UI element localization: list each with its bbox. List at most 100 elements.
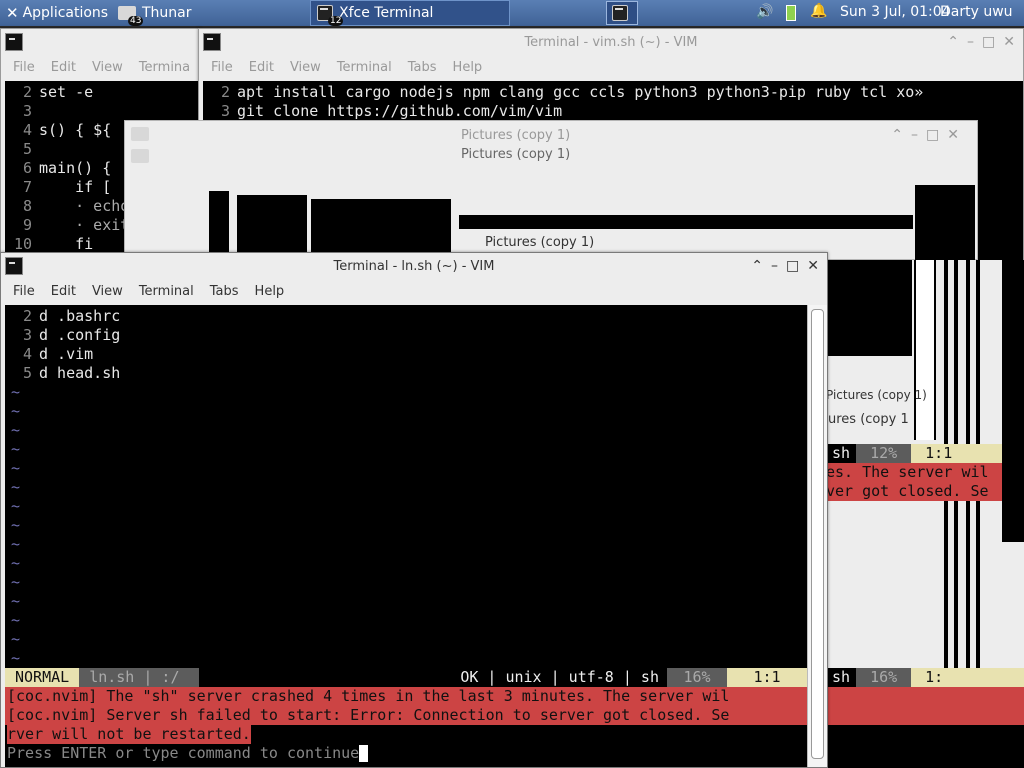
xfce-logo-icon: ✕	[6, 4, 19, 22]
menu-bar: File Edit View Termina	[1, 55, 199, 79]
ghost-title: Pictures (copy 1)	[485, 235, 595, 250]
title-bar[interactable]: Terminal - ln.sh (~) - VIM ⌃ – □ ✕	[1, 253, 827, 279]
menu-bar: File Edit View Terminal Tabs Help	[199, 55, 1023, 79]
empty-lines: ~ ~ ~ ~ ~ ~ ~ ~ ~ ~ ~ ~ ~ ~ ~	[5, 383, 807, 668]
folder-icon: 43	[118, 6, 144, 26]
menu-file[interactable]: File	[5, 60, 43, 75]
task-thunar[interactable]: 43 Thunar	[112, 0, 308, 26]
menu-edit[interactable]: Edit	[241, 60, 282, 75]
task-label: Thunar	[142, 5, 192, 21]
applications-menu[interactable]: ✕ Applications	[0, 0, 112, 26]
error-message: [coc.nvim] Server sh failed to start: Er…	[5, 706, 807, 725]
menu-bar: File Edit View Terminal Tabs Help	[1, 279, 827, 303]
status-remnant: sh 16% 1:	[826, 668, 1024, 687]
terminal-icon	[5, 257, 23, 275]
terminal-icon	[5, 33, 23, 51]
tilde-line: ~	[11, 459, 21, 477]
menu-tabs[interactable]: Tabs	[202, 284, 247, 299]
scrollbar-thumb[interactable]	[811, 309, 824, 759]
thunar-window[interactable]: Pictures (copy 1) Pictures (copy 1) ⌃–□✕…	[124, 120, 978, 261]
menu-tabs[interactable]: Tabs	[400, 60, 445, 75]
tilde-line: ~	[11, 440, 21, 458]
cursor	[359, 745, 369, 762]
tilde-line: ~	[11, 421, 21, 439]
folder-icon	[131, 149, 149, 163]
workspace-switcher[interactable]	[606, 1, 638, 25]
close-icon[interactable]: ✕	[807, 258, 819, 274]
close-icon[interactable]: ✕	[1003, 34, 1015, 50]
vim-filename: ln.sh | :/	[79, 668, 200, 687]
code-line: 2 set -e	[22, 83, 94, 101]
menu-terminal[interactable]: Termina	[131, 60, 198, 75]
menu-help[interactable]: Help	[445, 60, 491, 75]
ghost-title: Pictures (copy 1)	[461, 147, 571, 162]
menu-edit[interactable]: Edit	[43, 60, 84, 75]
tilde-line: ~	[11, 630, 21, 648]
menu-terminal[interactable]: Terminal	[329, 60, 400, 75]
terminal-content[interactable]: 2d .bashrc 3d .config 4d .vim 5d head.sh…	[5, 305, 807, 767]
command-prompt[interactable]: Press ENTER or type command to continue	[5, 744, 369, 763]
title-bar[interactable]: Terminal - vim.sh (~) - VIM ⌃ – □ ✕	[199, 29, 1023, 55]
vim-mode: NORMAL	[5, 668, 80, 687]
workspace-window-icon	[612, 5, 628, 21]
shade-icon[interactable]: ⌃	[947, 34, 959, 50]
task-label: Xfce Terminal	[339, 5, 434, 21]
applications-label: Applications	[22, 5, 109, 21]
maximize-icon[interactable]: □	[786, 258, 799, 274]
tilde-line: ~	[11, 497, 21, 515]
code-line: 3	[22, 102, 32, 120]
maximize-icon[interactable]: □	[982, 34, 995, 50]
battery-icon[interactable]	[786, 5, 796, 21]
ghost-remnants: Pictures (copy 1) ures (copy 1 sh 12% 1:…	[826, 260, 1024, 768]
menu-edit[interactable]: Edit	[43, 284, 84, 299]
minimize-icon[interactable]: –	[771, 258, 778, 274]
window-controls: ⌃ – □ ✕	[947, 34, 1023, 50]
code-line: 4d .vim	[22, 345, 94, 363]
tilde-line: ~	[11, 611, 21, 629]
terminal-icon	[203, 33, 221, 51]
folder-icon	[131, 127, 149, 141]
ghost-title: ures (copy 1	[828, 412, 909, 427]
vim-file-info: OK | unix | utf-8 | sh	[199, 668, 667, 687]
title-bar[interactable]	[1, 29, 199, 55]
menu-view[interactable]: View	[282, 60, 329, 75]
menu-view[interactable]: View	[84, 284, 131, 299]
scrollbar[interactable]	[807, 305, 827, 767]
volume-icon[interactable]: 🔊	[756, 4, 773, 20]
tilde-line: ~	[11, 383, 21, 401]
menu-file[interactable]: File	[5, 284, 43, 299]
window-title: Terminal - ln.sh (~) - VIM	[333, 258, 495, 274]
ghost-title: Pictures (copy 1)	[826, 388, 927, 402]
vim-percent: 16%	[667, 668, 727, 687]
menu-help[interactable]: Help	[247, 284, 293, 299]
window-controls: ⌃ – □ ✕	[751, 258, 827, 274]
shade-icon[interactable]: ⌃	[751, 258, 763, 274]
error-remnant: es. The server wil	[826, 463, 1002, 482]
window-title: Terminal - vim.sh (~) - VIM	[524, 34, 698, 50]
window-title: Pictures (copy 1)	[461, 128, 571, 143]
error-message: rver will not be restarted.	[7, 725, 251, 744]
tilde-line: ~	[11, 649, 21, 667]
code-line: 5d head.sh	[22, 364, 121, 382]
code-line: 3 git clone https://github.com/vim/vim	[220, 102, 563, 120]
tilde-line: ~	[11, 535, 21, 553]
window-controls: ⌃–□✕	[891, 127, 967, 143]
clock[interactable]: Sun 3 Jul, 01:04	[840, 4, 951, 20]
tilde-line: ~	[11, 516, 21, 534]
top-panel: ✕ Applications 43 Thunar 12 Xfce Termina…	[0, 0, 1024, 26]
terminal-icon: 12	[317, 5, 344, 26]
tilde-line: ~	[11, 554, 21, 572]
menu-view[interactable]: View	[84, 60, 131, 75]
terminal-window-ln-sh[interactable]: Terminal - ln.sh (~) - VIM ⌃ – □ ✕ File …	[0, 252, 828, 768]
menu-terminal[interactable]: Terminal	[131, 284, 202, 299]
minimize-icon[interactable]: –	[967, 34, 974, 50]
error-message: [coc.nvim] The "sh" server crashed 4 tim…	[5, 687, 807, 706]
menu-file[interactable]: File	[203, 60, 241, 75]
tilde-line: ~	[11, 478, 21, 496]
notification-bell-icon[interactable]: 🔔	[810, 3, 827, 19]
error-remnant: ver got closed. Se	[826, 482, 1002, 501]
tilde-line: ~	[11, 592, 21, 610]
user-name[interactable]: Darty uwu	[940, 4, 1013, 20]
task-xfce-terminal[interactable]: 12 Xfce Terminal	[310, 0, 510, 26]
code-line: 3d .config	[22, 326, 121, 344]
